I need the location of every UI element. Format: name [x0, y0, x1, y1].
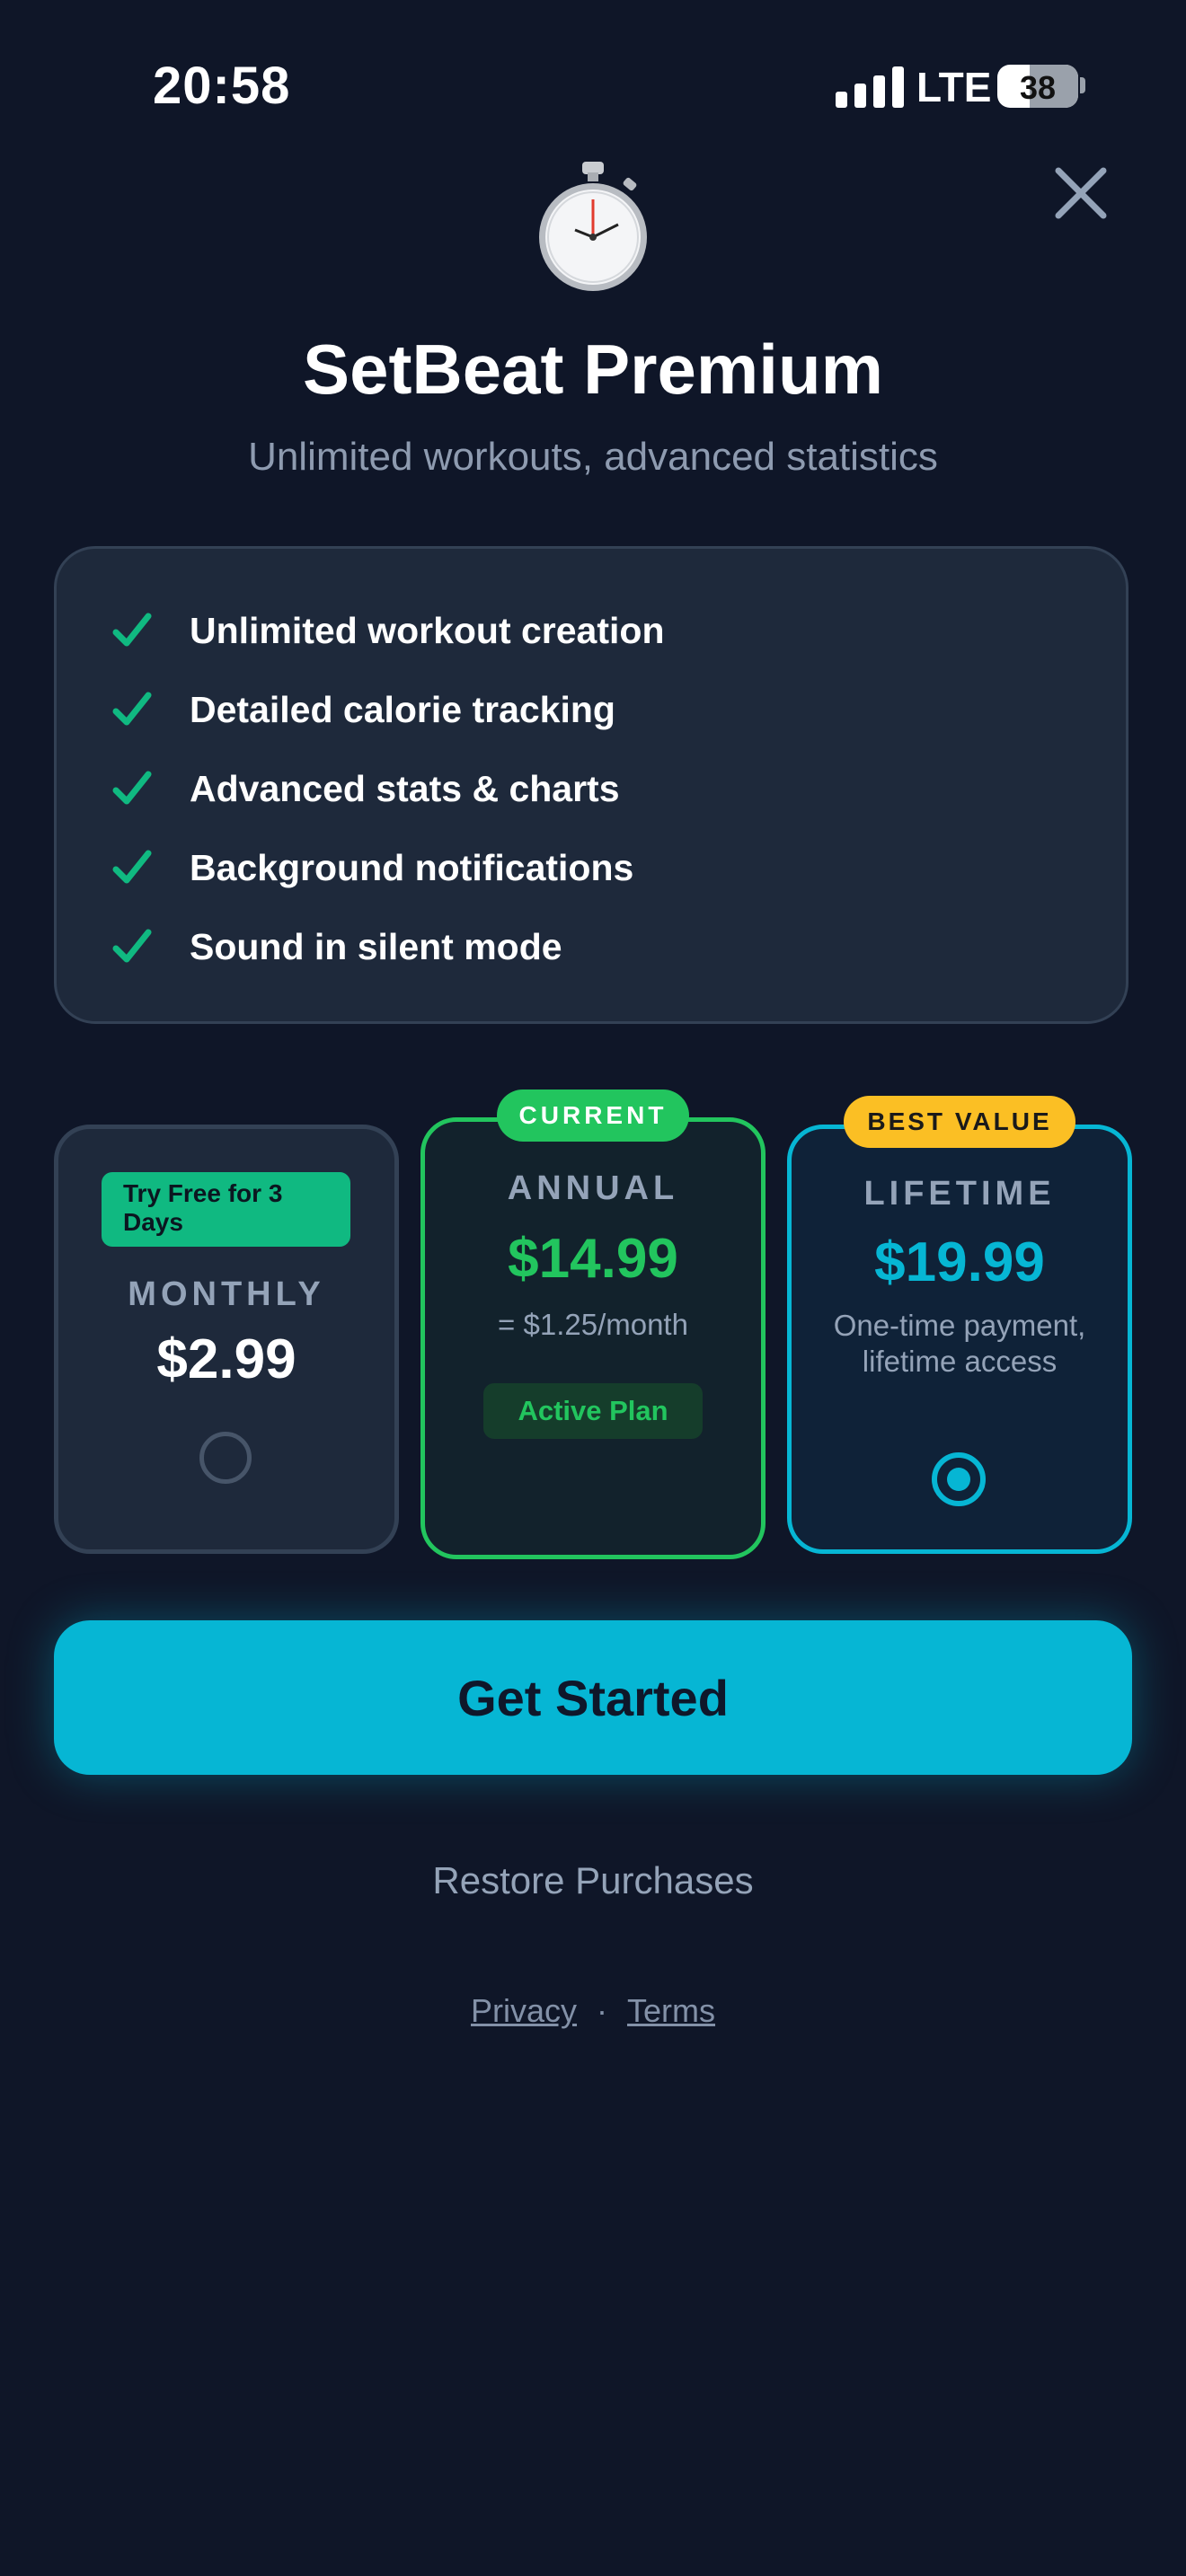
- radio-selected-dot: [947, 1468, 970, 1491]
- feature-item: Background notifications: [112, 836, 633, 899]
- checkmark-icon: [112, 771, 152, 805]
- legal-separator: ·: [597, 1992, 608, 2029]
- network-type: LTE: [916, 64, 992, 110]
- restore-purchases-link[interactable]: Restore Purchases: [0, 1859, 1186, 1902]
- plan-name-monthly: MONTHLY: [128, 1275, 325, 1313]
- current-badge: CURRENT: [497, 1090, 689, 1142]
- feature-item: Unlimited workout creation: [112, 599, 665, 662]
- plan-radio-monthly[interactable]: [199, 1432, 252, 1484]
- plan-name-annual: ANNUAL: [507, 1169, 679, 1207]
- plan-name-lifetime: LIFETIME: [863, 1175, 1056, 1213]
- close-icon[interactable]: [1053, 165, 1109, 221]
- stopwatch-icon: [539, 162, 647, 291]
- feature-item: Detailed calorie tracking: [112, 678, 615, 741]
- privacy-link[interactable]: Privacy: [471, 1992, 577, 2029]
- status-time: 20:58: [153, 57, 291, 115]
- trial-badge: Try Free for 3 Days: [102, 1172, 350, 1247]
- cellular-signal-icon: [836, 66, 904, 108]
- page-subtitle: Unlimited workouts, advanced statistics: [248, 435, 938, 479]
- feature-item: Advanced stats & charts: [112, 757, 620, 820]
- plan-price-monthly: $2.99: [156, 1328, 296, 1390]
- page-title: SetBeat Premium: [303, 330, 883, 409]
- battery-icon: 38: [997, 65, 1078, 108]
- checkmark-icon: [112, 929, 152, 963]
- checkmark-icon: [112, 850, 152, 884]
- feature-item: Sound in silent mode: [112, 915, 562, 978]
- legal-links: Privacy · Terms: [0, 1992, 1186, 2030]
- active-plan-badge: Active Plan: [483, 1383, 703, 1439]
- plan-price-annual: $14.99: [508, 1228, 678, 1290]
- battery-tip: [1080, 77, 1085, 93]
- plan-radio-lifetime[interactable]: [932, 1452, 986, 1506]
- plan-price-lifetime: $19.99: [874, 1231, 1045, 1293]
- features-card: Unlimited workout creation Detailed calo…: [54, 546, 1128, 1024]
- best-value-badge: BEST VALUE: [844, 1096, 1075, 1148]
- get-started-button[interactable]: Get Started: [54, 1620, 1132, 1775]
- feature-label: Unlimited workout creation: [190, 609, 665, 651]
- plan-per-month-annual: = $1.25/month: [498, 1308, 688, 1341]
- feature-label: Background notifications: [190, 846, 634, 888]
- plan-description-lifetime: One-time payment, lifetime access: [833, 1309, 1086, 1378]
- battery-level: 38: [1019, 69, 1057, 106]
- feature-label: Detailed calorie tracking: [190, 688, 615, 730]
- checkmark-icon: [112, 692, 152, 726]
- terms-link[interactable]: Terms: [627, 1992, 715, 2029]
- feature-label: Sound in silent mode: [190, 925, 562, 967]
- checkmark-icon: [112, 613, 152, 647]
- feature-label: Advanced stats & charts: [190, 767, 620, 809]
